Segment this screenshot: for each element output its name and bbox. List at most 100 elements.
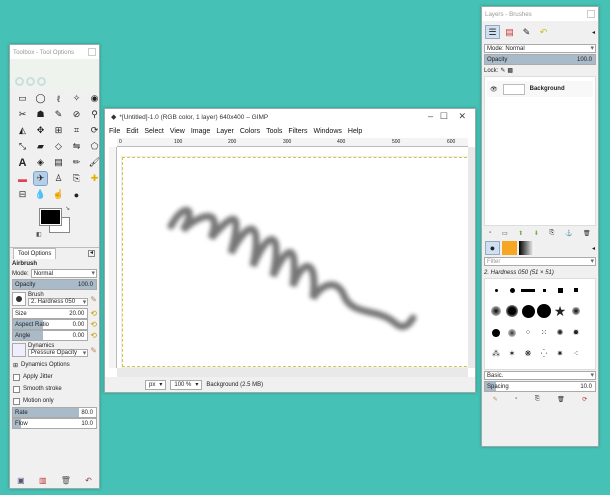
scale-icon[interactable]: ⤡ [16, 140, 29, 153]
restore-options-icon[interactable]: ▥ [39, 476, 47, 485]
blend-icon[interactable]: ▤ [52, 156, 65, 169]
gradients-tab-icon[interactable] [519, 241, 534, 255]
brush-dock-menu-icon[interactable]: ◂ [592, 245, 595, 252]
flow-slider[interactable]: Flow 10.0 [12, 418, 97, 429]
brush-item[interactable] [489, 304, 503, 318]
tab-tool-options[interactable]: Tool Options [13, 247, 57, 259]
paths-tab-icon[interactable]: ✎ [519, 25, 534, 39]
reset-size-icon[interactable]: ⟲ [90, 309, 97, 318]
lower-layer-icon[interactable]: ⬇ [534, 230, 539, 237]
brush-item[interactable]: ⁙ [537, 326, 551, 340]
canvas-area[interactable] [117, 147, 472, 368]
brush-item[interactable] [537, 304, 551, 319]
brush-item[interactable] [569, 304, 583, 318]
brush-item[interactable]: ✺ [553, 326, 567, 340]
refresh-brushes-icon[interactable]: ⟳ [582, 396, 587, 403]
dynamics-field[interactable]: Pressure Opacity [28, 349, 89, 357]
raise-layer-icon[interactable]: ⬆ [518, 230, 523, 237]
spacing-slider[interactable]: Spacing 10.0 [484, 381, 596, 392]
color-select-icon[interactable]: ◉ [88, 92, 101, 105]
channels-tab-icon[interactable]: ▤ [502, 25, 517, 39]
image-canvas[interactable] [122, 157, 472, 367]
brush-item[interactable]: ⁛ [537, 347, 551, 361]
menu-tools[interactable]: Tools [266, 128, 282, 135]
rate-slider[interactable]: Rate 80.0 [12, 407, 97, 418]
edit-dynamics-icon[interactable]: ✎ [90, 346, 97, 355]
brush-item[interactable] [521, 304, 535, 318]
menu-image[interactable]: Image [191, 128, 210, 135]
aspect-slider[interactable]: Aspect Ratio 0.00 [12, 319, 89, 330]
brush-item[interactable] [553, 283, 567, 297]
vertical-scrollbar[interactable] [468, 147, 475, 368]
menu-help[interactable]: Help [348, 128, 362, 135]
vertical-ruler[interactable] [109, 147, 117, 368]
angle-slider[interactable]: Angle 0.00 [12, 330, 89, 341]
clone-icon[interactable]: ⎘ [70, 172, 83, 185]
reset-angle-icon[interactable]: ⟲ [90, 331, 97, 340]
brush-item[interactable]: ⁘ [521, 326, 535, 340]
brush-item[interactable] [489, 283, 503, 297]
layer-mode-select[interactable]: Mode: Normal [484, 44, 596, 53]
zoom-select[interactable]: 100 % ▾ [170, 379, 203, 390]
color-picker-icon[interactable]: ⊘ [70, 108, 83, 121]
smooth-stroke-checkbox[interactable]: Smooth stroke [10, 383, 99, 395]
paths-icon[interactable]: ✎ [52, 108, 65, 121]
layer-row[interactable]: 👁 Background [487, 81, 593, 97]
new-layer-icon[interactable]: ▫ [489, 230, 491, 236]
visibility-eye-icon[interactable]: 👁 [490, 86, 498, 93]
paintbrush-icon[interactable]: 🖌 [88, 156, 101, 169]
layers-tab-icon[interactable]: ☰ [485, 25, 500, 39]
free-select-icon[interactable]: ℓ [52, 92, 65, 105]
rect-select-icon[interactable]: ▭ [16, 92, 29, 105]
foreground-select-icon[interactable]: ☗ [34, 108, 47, 121]
unit-select[interactable]: px ▾ [145, 379, 167, 390]
brush-item[interactable] [505, 304, 519, 318]
scissors-icon[interactable]: ✂ [16, 108, 29, 121]
brush-item[interactable]: ⁖ [569, 347, 583, 361]
brush-item[interactable] [569, 283, 583, 297]
maximize-icon[interactable]: ☐ [440, 111, 448, 122]
minimize-icon[interactable]: – [428, 111, 433, 121]
pencil-icon[interactable]: ✏ [70, 156, 83, 169]
close-icon[interactable]: ✕ [458, 111, 466, 122]
ink-icon[interactable]: ♙ [52, 172, 65, 185]
bucket-fill-icon[interactable]: ◈ [34, 156, 47, 169]
undo-tab-icon[interactable]: ↶ [536, 25, 551, 39]
lock-alpha-icon[interactable]: ▩ [507, 67, 513, 74]
brush-star-icon[interactable]: ★ [553, 303, 567, 319]
blur-icon[interactable]: 💧 [34, 188, 47, 201]
duplicate-layer-icon[interactable]: ⎘ [550, 230, 555, 237]
size-slider[interactable]: Size 20.00 [12, 308, 89, 319]
brush-item[interactable] [505, 326, 519, 340]
menu-layer[interactable]: Layer [216, 128, 234, 135]
menu-windows[interactable]: Windows [313, 128, 341, 135]
apply-jitter-checkbox[interactable]: Apply Jitter [10, 371, 99, 383]
filter-field[interactable]: Filter [484, 257, 596, 266]
anchor-layer-icon[interactable]: ⚓ [565, 230, 572, 237]
duplicate-brush-icon[interactable]: ⎘ [535, 396, 540, 403]
menu-edit[interactable]: Edit [126, 128, 138, 135]
horizontal-ruler[interactable]: 0 100 200 300 400 500 600 [117, 138, 468, 147]
fuzzy-select-icon[interactable]: ✧ [70, 92, 83, 105]
dynamics-options-expander[interactable]: ⊞ Dynamics Options [10, 359, 99, 371]
brush-item[interactable]: ✹ [569, 326, 583, 340]
opacity-slider[interactable]: Opacity 100.0 [12, 279, 97, 290]
move-icon[interactable]: ✥ [34, 124, 47, 137]
brush-item[interactable] [505, 283, 519, 297]
brush-item[interactable]: ✶ [505, 347, 519, 361]
menu-view[interactable]: View [170, 128, 185, 135]
layer-group-icon[interactable]: ▭ [502, 230, 508, 237]
heal-icon[interactable]: ✚ [88, 172, 101, 185]
reset-aspect-icon[interactable]: ⟲ [90, 320, 97, 329]
eraser-icon[interactable]: ▬ [16, 172, 29, 185]
layer-opacity-slider[interactable]: Opacity 100.0 [484, 54, 596, 65]
new-brush-icon[interactable]: ▫ [515, 396, 517, 402]
perspective-clone-icon[interactable]: ⊟ [16, 188, 29, 201]
menu-file[interactable]: File [109, 128, 120, 135]
perspective-icon[interactable]: ◇ [52, 140, 65, 153]
brush-name-field[interactable]: 2. Hardness 050 [28, 298, 89, 306]
brush-preview[interactable] [12, 292, 26, 306]
reset-options-icon[interactable]: ↶ [85, 476, 92, 485]
brush-item[interactable] [537, 283, 551, 297]
dodge-burn-icon[interactable]: ● [70, 188, 83, 201]
